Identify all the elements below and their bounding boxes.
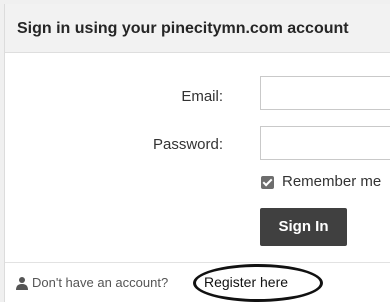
no-account-text: Don't have an account? [32, 275, 169, 290]
page-title: Sign in using your pinecitymn.com accoun… [17, 20, 349, 37]
user-icon [16, 277, 28, 290]
remember-me-label[interactable]: Remember me [282, 173, 381, 190]
email-label: Email: [181, 88, 223, 105]
register-link[interactable]: Register here [204, 274, 288, 290]
signin-header: Sign in using your pinecitymn.com accoun… [5, 4, 390, 53]
footer-divider [5, 262, 390, 263]
password-label: Password: [152, 136, 223, 153]
password-field[interactable] [260, 126, 390, 160]
remember-me-checkbox[interactable] [261, 176, 274, 189]
signin-panel: Sign in using your pinecitymn.com accoun… [4, 4, 390, 302]
email-field[interactable] [260, 76, 390, 110]
sign-in-button[interactable]: Sign In [260, 208, 347, 246]
